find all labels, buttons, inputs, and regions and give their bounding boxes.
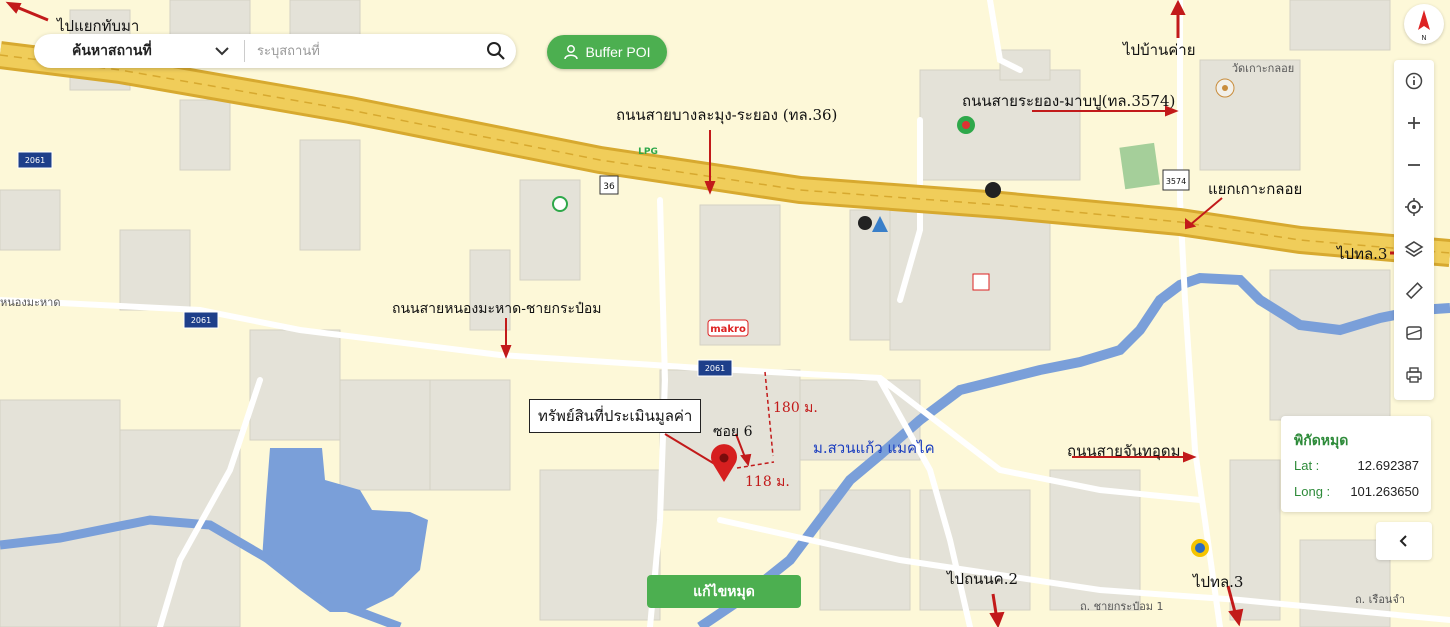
search-icon xyxy=(487,42,505,60)
svg-text:36: 36 xyxy=(603,182,615,192)
locate-button[interactable] xyxy=(1394,186,1434,228)
soi-ruean-cham-label: ถ. เรือนจำ xyxy=(1355,593,1405,606)
coordinate-title: พิกัดหมุด xyxy=(1294,432,1349,448)
route-shield-2061-mid: 2061 xyxy=(183,311,219,329)
soi6-label: ซอย 6 xyxy=(713,424,753,440)
map-toolbar xyxy=(1394,60,1434,400)
ev-charger-icon[interactable] xyxy=(985,182,1001,198)
poi-bank-core-icon xyxy=(1195,543,1205,553)
coordinate-panel: พิกัดหมุด Lat : 12.692387 Long : 101.263… xyxy=(1281,416,1431,512)
road-3574-label: ถนนสายระยอง-มาบปู(ทล.3574) xyxy=(962,92,1176,110)
collapse-panel-button[interactable] xyxy=(1376,522,1432,560)
property-label: ทรัพย์สินที่ประเมินมูลค่า xyxy=(529,399,702,433)
route-shield-2061-west: 2061 xyxy=(17,151,53,169)
svg-text:2061: 2061 xyxy=(191,316,211,325)
zoom-out-button[interactable] xyxy=(1394,144,1434,186)
to-hwy3-east-label: ไปทล.3 xyxy=(1337,245,1388,263)
info-button[interactable] xyxy=(1394,60,1434,102)
info-poi-icon[interactable] xyxy=(858,216,872,230)
svg-text:3574: 3574 xyxy=(1166,177,1186,186)
edit-pin-button[interactable]: แก้ไขหมุด xyxy=(647,575,801,608)
search-input[interactable] xyxy=(245,34,476,68)
route-shield-3574: 3574 xyxy=(1162,169,1190,191)
info-icon xyxy=(1405,72,1423,90)
longitude-row: Long : 101.263650 xyxy=(1294,484,1419,499)
road-chanthaudom-label: ถนนสายจันทอุดม xyxy=(1067,442,1181,460)
hospital-icon[interactable] xyxy=(972,273,990,291)
park-area xyxy=(1119,142,1160,190)
minus-icon xyxy=(1408,164,1420,166)
plus-icon xyxy=(1408,117,1420,129)
latitude-label: Lat : xyxy=(1294,458,1320,473)
search-bar: ค้นหาสถานที่ xyxy=(34,34,516,68)
route-shield-2061-east: 2061 xyxy=(697,359,733,377)
layers-button[interactable] xyxy=(1394,228,1434,270)
latitude-value: 12.692387 xyxy=(1357,458,1419,473)
search-button[interactable] xyxy=(476,34,516,68)
to-ban-khai-label: ไปบ้านค่าย xyxy=(1123,41,1196,59)
buffer-poi-label: Buffer POI xyxy=(585,44,651,60)
user-icon xyxy=(564,45,579,60)
poi-fuel-icon[interactable] xyxy=(552,196,568,212)
buffer-poi-button[interactable]: Buffer POI xyxy=(547,35,667,69)
map-canvas[interactable]: 2061 2061 2061 36 3574 makro LPG วัดเกาะ… xyxy=(0,0,1450,627)
chevron-down-icon xyxy=(215,47,229,56)
lpg-label: LPG xyxy=(638,147,658,157)
search-category-label: ค้นหาสถานที่ xyxy=(72,43,152,59)
temple-core-icon xyxy=(1222,85,1228,91)
edit-pin-label: แก้ไขหมุด xyxy=(693,583,755,600)
svg-text:N: N xyxy=(1421,34,1426,42)
map-type-button[interactable] xyxy=(1394,312,1434,354)
crosshair-icon xyxy=(1405,198,1423,216)
distance-118-label: 118 ม. xyxy=(745,474,790,490)
zoom-in-button[interactable] xyxy=(1394,102,1434,144)
map-icon xyxy=(1406,326,1422,340)
road-36-label: ถนนสายบางละมุง-ระยอง (ทล.36) xyxy=(616,106,838,124)
wat-koh-kloi-label: วัดเกาะกลอย xyxy=(1232,62,1294,75)
nongmahat-label: หนองมะหาด xyxy=(0,296,60,309)
compass-north-icon: N xyxy=(1418,10,1430,42)
longitude-value: 101.263650 xyxy=(1350,484,1419,499)
compass-button[interactable]: N xyxy=(1404,4,1444,44)
search-category-dropdown[interactable]: ค้นหาสถานที่ xyxy=(34,34,244,68)
to-hwy3-south-label: ไปทล.3 xyxy=(1193,573,1244,591)
print-button[interactable] xyxy=(1394,354,1434,396)
poi-gas-station-core-icon xyxy=(962,121,970,129)
to-nk2-label: ไปถนนค.2 xyxy=(947,570,1019,588)
svg-text:2061: 2061 xyxy=(25,156,45,165)
latitude-row: Lat : 12.692387 xyxy=(1294,458,1419,473)
koh-kloi-junction-label: แยกเกาะกลอย xyxy=(1208,180,1303,198)
chevron-left-icon xyxy=(1399,535,1407,547)
longitude-label: Long : xyxy=(1294,484,1331,499)
svg-text:2061: 2061 xyxy=(705,364,725,373)
road-nongmahat-label: ถนนสายหนองมะหาด-ชายกระป๋อม xyxy=(392,301,602,317)
village-label: ม.สวนแก้ว แมคไค xyxy=(813,439,935,457)
soi-chai-kra-pom-label: ถ. ชายกระป๋อม 1 xyxy=(1080,600,1164,613)
layers-icon xyxy=(1404,241,1424,257)
distance-180-label: 180 ม. xyxy=(773,400,818,416)
printer-icon xyxy=(1406,367,1422,383)
ruler-icon xyxy=(1405,282,1423,300)
route-shield-36: 36 xyxy=(599,175,619,195)
makro-label: makro xyxy=(710,324,746,335)
measure-button[interactable] xyxy=(1394,270,1434,312)
